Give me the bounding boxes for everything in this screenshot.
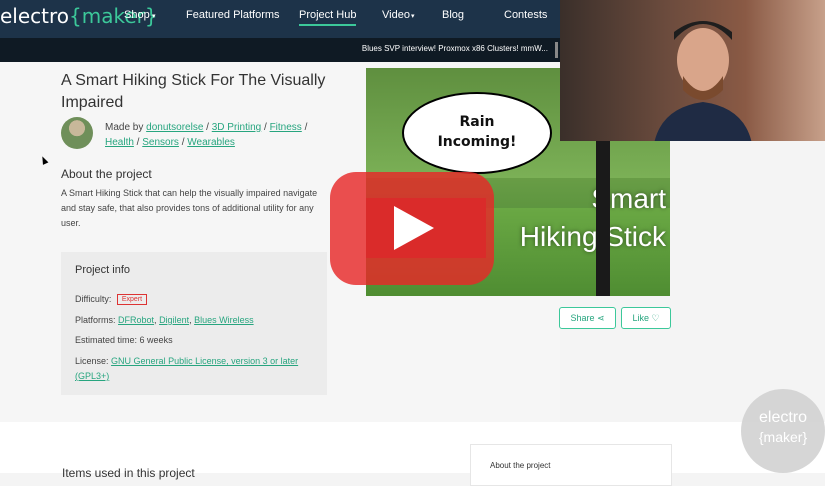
license-label: License: (75, 356, 109, 366)
tag-wearables[interactable]: Wearables (187, 137, 235, 148)
time-row: Estimated time: 6 weeks (75, 335, 173, 345)
nav-project-hub[interactable]: Project Hub (299, 9, 357, 26)
difficulty-label: Difficulty: (75, 294, 112, 304)
presenter-figure (654, 21, 752, 141)
tag-3d-printing[interactable]: 3D Printing (212, 122, 261, 133)
platforms-label: Platforms: (75, 315, 116, 325)
difficulty-badge: Expert (116, 294, 148, 305)
play-icon (394, 206, 434, 250)
tag-sensors[interactable]: Sensors (142, 137, 179, 148)
share-button[interactable]: Share ⋖ (559, 307, 616, 329)
license-link[interactable]: GNU General Public License, version 3 or… (75, 356, 298, 381)
watermark-logo: electro {maker} (741, 389, 825, 473)
like-label: Like (632, 313, 649, 323)
project-title: A Smart Hiking Stick For The Visually Im… (61, 72, 326, 111)
hiking-stick (596, 140, 610, 296)
tag-fitness[interactable]: Fitness (270, 122, 302, 133)
time-label: Estimated time: (75, 335, 138, 345)
difficulty-row: Difficulty: Expert (75, 294, 148, 305)
nav-featured-platforms[interactable]: Featured Platforms (186, 9, 280, 21)
platforms-row: Platforms: DFRobot, Digilent, Blues Wire… (75, 315, 254, 325)
chevron-down-icon: ▾ (152, 13, 156, 20)
watermark-line-2: {maker} (758, 429, 808, 445)
author-link[interactable]: donutsorelse (146, 122, 203, 133)
platform-digilent[interactable]: Digilent (159, 315, 189, 325)
watermark-line-1: electro (758, 409, 808, 426)
like-button[interactable]: Like ♡ (621, 307, 671, 329)
license-row: License: GNU General Public License, ver… (75, 354, 320, 384)
chevron-down-icon: ▾ (411, 13, 415, 20)
top-nav: electro{maker} Shop ▾ Featured Platforms… (0, 0, 560, 38)
about-text: A Smart Hiking Stick that can help the v… (61, 188, 318, 228)
webcam-overlay (560, 0, 825, 141)
about-heading: About the project (61, 167, 152, 181)
time-value: 6 weeks (139, 335, 173, 345)
speech-bubble-text: Rain Incoming! (437, 114, 517, 150)
project-meta: Made by donutsorelse / 3D Printing / Fit… (105, 122, 308, 148)
items-used-heading: Items used in this project (62, 466, 195, 480)
thumbs-up-icon: ♡ (651, 313, 660, 323)
made-by-label: Made by (105, 122, 144, 133)
play-button[interactable] (330, 172, 494, 285)
project-info-card: Project info Difficulty: Expert Platform… (61, 252, 327, 395)
platform-dfrobot[interactable]: DFRobot (118, 315, 154, 325)
speech-bubble: Rain Incoming! (402, 92, 552, 174)
platform-blues-wireless[interactable]: Blues Wireless (194, 315, 254, 325)
nav-contests[interactable]: Contests (504, 9, 547, 21)
logo-main: electro (0, 4, 70, 28)
nav-shop[interactable]: Shop (124, 9, 150, 21)
ticker-text[interactable]: Blues SVP interview! Proxmox x86 Cluster… (362, 44, 548, 53)
ticker-divider (555, 42, 558, 58)
nav-blog[interactable]: Blog (442, 9, 464, 21)
avatar[interactable] (61, 117, 93, 149)
tag-health[interactable]: Health (105, 137, 134, 148)
nav-video[interactable]: Video (382, 9, 410, 21)
share-label: Share (570, 313, 595, 323)
news-ticker: Blues SVP interview! Proxmox x86 Cluster… (0, 38, 560, 62)
project-info-heading: Project info (75, 264, 131, 276)
side-card-title: About the project (490, 461, 551, 470)
share-icon: ⋖ (597, 313, 605, 323)
